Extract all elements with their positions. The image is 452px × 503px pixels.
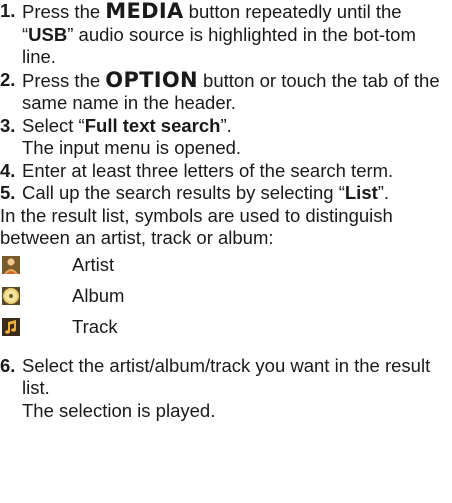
- step-text: Press the: [22, 69, 106, 91]
- step-result-note: The selection is played.: [22, 399, 216, 421]
- album-icon: [2, 287, 20, 305]
- step-text: Enter at least three letters of the sear…: [22, 159, 394, 181]
- legend-row-album: Album: [0, 281, 452, 312]
- step-1: 1. Press the MEDIA button repeatedly unt…: [0, 0, 452, 69]
- legend-label: Artist: [72, 253, 115, 275]
- step-result-note: The input menu is opened.: [22, 137, 242, 158]
- legend-row-track: Track: [0, 312, 452, 343]
- step-text: Select “: [22, 114, 85, 136]
- legend-row-artist: Artist: [0, 250, 452, 281]
- legend-label: Album: [72, 284, 125, 306]
- step-text: ”.: [377, 182, 390, 203]
- symbol-legend: Artist Album Track: [0, 250, 452, 343]
- step-number: 3.: [0, 114, 16, 136]
- step-5: 5. Call up the search results by selecti…: [0, 182, 452, 205]
- step-number: 6.: [0, 354, 16, 376]
- instruction-page: 1. Press the MEDIA button repeatedly unt…: [0, 0, 452, 422]
- step-text: ”.: [220, 114, 232, 136]
- step-number: 2.: [0, 68, 16, 90]
- step-text: Press the: [22, 1, 106, 22]
- step-2: 2. Press the OPTION button or touch the …: [0, 67, 452, 115]
- option-button-label: OPTION: [105, 67, 198, 92]
- step-text: Select the artist/album/track you want i…: [22, 354, 431, 399]
- step-text: ” audio source is highlighted in the bot…: [22, 23, 416, 68]
- legend-intro: In the result list, symbols are used to …: [0, 204, 393, 249]
- media-button-label: MEDIA: [105, 0, 184, 23]
- step-3: 3. Select “Full text search”. The input …: [0, 115, 452, 160]
- step-4: 4. Enter at least three letters of the s…: [0, 160, 452, 183]
- legend-label: Track: [72, 315, 118, 337]
- usb-label: USB: [28, 23, 68, 45]
- track-icon: [2, 318, 20, 336]
- list-label: List: [344, 182, 378, 203]
- step-number: 4.: [0, 159, 16, 181]
- full-text-search-label: Full text search: [84, 114, 221, 136]
- artist-icon: [2, 256, 20, 274]
- step-number: 1.: [0, 0, 16, 21]
- step-number: 5.: [0, 182, 16, 203]
- step-text: Call up the search results by selecting …: [22, 182, 345, 203]
- step-6: 6. Select the artist/album/track you wan…: [0, 355, 452, 423]
